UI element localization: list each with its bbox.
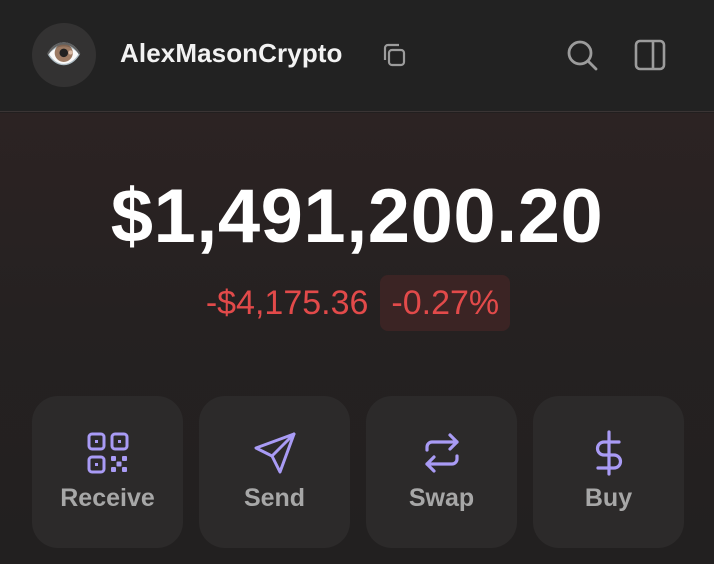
total-balance: $1,491,200.20 — [110, 174, 604, 259]
send-icon — [252, 430, 298, 476]
account-name[interactable]: AlexMasonCrypto — [120, 38, 343, 69]
sidebar-panel-icon[interactable] — [632, 37, 668, 73]
search-icon[interactable] — [564, 37, 600, 73]
receive-button[interactable]: Receive — [32, 396, 183, 548]
action-buttons: Receive Send Swap Buy — [32, 396, 684, 548]
swap-icon — [419, 430, 465, 476]
send-button[interactable]: Send — [199, 396, 350, 548]
eye-emoji: 👁️ — [45, 38, 83, 71]
portfolio-summary: $1,491,200.20 -$4,175.36 -0.27% Receive … — [0, 113, 714, 564]
receive-label: Receive — [60, 484, 155, 512]
swap-button[interactable]: Swap — [366, 396, 517, 548]
change-amount: -$4,175.36 — [205, 284, 369, 322]
change-percent-badge: -0.27% — [380, 275, 511, 331]
wallet-app: 👁️ AlexMasonCrypto $1,491,200.20 -$4,175… — [0, 0, 714, 564]
avatar[interactable]: 👁️ — [32, 23, 96, 87]
header: 👁️ AlexMasonCrypto — [0, 0, 714, 112]
send-label: Send — [243, 484, 306, 512]
copy-icon[interactable] — [380, 41, 408, 69]
dollar-icon — [586, 430, 632, 476]
qr-code-icon — [85, 430, 131, 476]
buy-label: Buy — [584, 484, 633, 512]
swap-label: Swap — [408, 484, 475, 512]
balance-change: -$4,175.36 -0.27% — [0, 275, 714, 331]
buy-button[interactable]: Buy — [533, 396, 684, 548]
